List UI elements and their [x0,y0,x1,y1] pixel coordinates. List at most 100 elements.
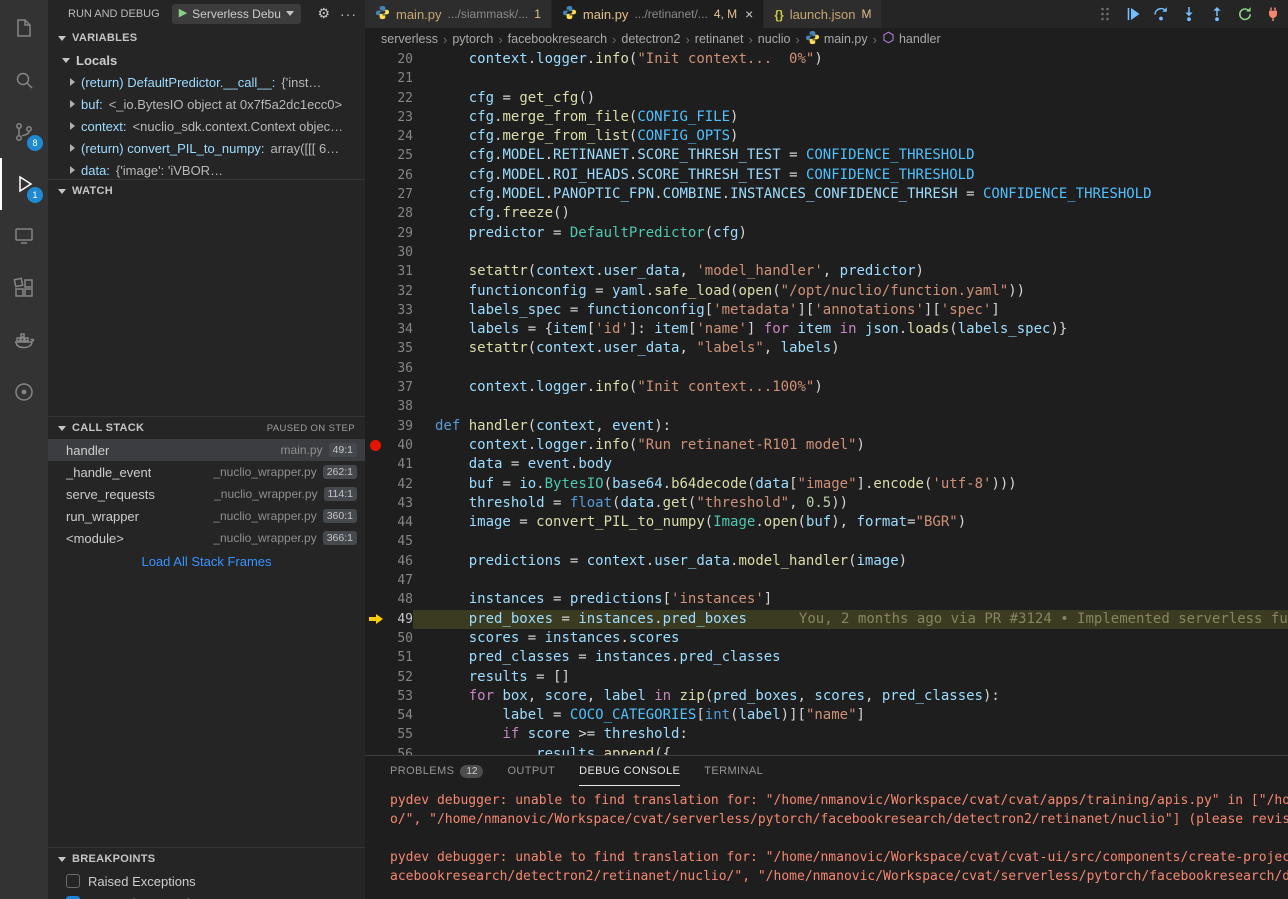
glyph-margin[interactable] [365,610,387,629]
code-line[interactable]: 42 buf = io.BytesIO(base64.b64decode(dat… [365,475,1288,494]
activity-item-extensions[interactable] [0,262,48,314]
glyph-margin[interactable] [365,320,387,339]
line-number[interactable]: 45 [387,532,413,551]
glyph-margin[interactable] [365,745,387,755]
glyph-margin[interactable] [365,378,387,397]
breadcrumb-item-serverless[interactable]: serverless [381,32,438,46]
code-line[interactable]: 22 cfg = get_cfg() [365,89,1288,108]
code-area[interactable]: 20 context.logger.info("Init context... … [365,50,1288,755]
code-line[interactable]: 36 [365,359,1288,378]
panel-tab-problems[interactable]: PROBLEMS12 [390,756,483,786]
glyph-margin[interactable] [365,397,387,416]
code-line[interactable]: 56 results.append({ [365,745,1288,755]
breadcrumb-item-facebookresearch[interactable]: facebookresearch [508,32,607,46]
variable-row[interactable]: buf:<_io.BytesIO object at 0x7f5a2dc1ecc… [48,93,365,115]
disconnect-button[interactable] [1264,5,1282,23]
line-number[interactable]: 22 [387,89,413,108]
continue-button[interactable] [1124,5,1142,23]
line-number[interactable]: 40 [387,436,413,455]
line-number[interactable]: 26 [387,166,413,185]
line-number[interactable]: 30 [387,243,413,262]
glyph-margin[interactable] [365,532,387,551]
activity-item-explorer[interactable] [0,2,48,54]
line-number[interactable]: 20 [387,50,413,69]
line-number[interactable]: 46 [387,552,413,571]
activity-item-remote-explorer[interactable] [0,210,48,262]
variable-row[interactable]: (return) DefaultPredictor.__call__:{'ins… [48,71,365,93]
more-actions-icon[interactable]: ··· [340,6,357,22]
glyph-margin[interactable] [365,127,387,146]
code-line[interactable]: 41 data = event.body [365,455,1288,474]
line-number[interactable]: 48 [387,590,413,609]
glyph-margin[interactable] [365,436,387,455]
code-line[interactable]: 49 pred_boxes = instances.pred_boxesYou,… [365,610,1288,629]
variable-row[interactable]: (return) convert_PIL_to_numpy:array([[[ … [48,137,365,159]
code-line[interactable]: 55 if score >= threshold: [365,725,1288,744]
line-number[interactable]: 35 [387,339,413,358]
code-line[interactable]: 29 predictor = DefaultPredictor(cfg) [365,224,1288,243]
load-all-stack-frames-link[interactable]: Load All Stack Frames [48,549,365,573]
glyph-margin[interactable] [365,513,387,532]
glyph-margin[interactable] [365,146,387,165]
glyph-margin[interactable] [365,590,387,609]
activity-item-search[interactable] [0,54,48,106]
tab-main.py[interactable]: main.py.../siammask/...1 [365,0,552,28]
panel-tab-terminal[interactable]: TERMINAL [704,756,763,786]
line-number[interactable]: 42 [387,475,413,494]
line-number[interactable]: 51 [387,648,413,667]
variable-row[interactable]: context:<nuclio_sdk.context.Context obje… [48,115,365,137]
line-number[interactable]: 36 [387,359,413,378]
breakpoint-row[interactable]: Raised Exceptions [48,870,365,892]
glyph-margin[interactable] [365,243,387,262]
line-number[interactable]: 25 [387,146,413,165]
line-number[interactable]: 39 [387,417,413,436]
glyph-margin[interactable] [365,552,387,571]
activity-item-run-and-debug[interactable]: 1 [0,158,48,210]
line-number[interactable]: 52 [387,668,413,687]
step-over-button[interactable] [1152,5,1170,23]
code-line[interactable]: 54 label = COCO_CATEGORIES[int(label)]["… [365,706,1288,725]
code-line[interactable]: 38 [365,397,1288,416]
breadcrumb-item-detectron2[interactable]: detectron2 [621,32,680,46]
line-number[interactable]: 33 [387,301,413,320]
line-number[interactable]: 38 [387,397,413,416]
glyph-margin[interactable] [365,648,387,667]
activity-item-source-control[interactable]: 8 [0,106,48,158]
glyph-margin[interactable] [365,166,387,185]
line-number[interactable]: 47 [387,571,413,590]
line-number[interactable]: 54 [387,706,413,725]
code-line[interactable]: 53 for box, score, label in zip(pred_box… [365,687,1288,706]
code-line[interactable]: 44 image = convert_PIL_to_numpy(Image.op… [365,513,1288,532]
code-line[interactable]: 37 context.logger.info("Init context...1… [365,378,1288,397]
code-line[interactable]: 33 labels_spec = functionconfig['metadat… [365,301,1288,320]
line-number[interactable]: 37 [387,378,413,397]
call-stack-section-header[interactable]: CALL STACK PAUSED ON STEP [48,417,365,439]
stack-frame-row[interactable]: <module>_nuclio_wrapper.py366:1 [48,527,365,549]
code-line[interactable]: 32 functionconfig = yaml.safe_load(open(… [365,282,1288,301]
code-line[interactable]: 46 predictions = context.user_data.model… [365,552,1288,571]
glyph-margin[interactable] [365,224,387,243]
line-number[interactable]: 31 [387,262,413,281]
restart-button[interactable] [1236,5,1254,23]
variables-section-header[interactable]: VARIABLES [48,27,365,49]
stack-frame-row[interactable]: handlermain.py49:1 [48,439,365,461]
activity-item-docker[interactable] [0,314,48,366]
code-line[interactable]: 27 cfg.MODEL.PANOPTIC_FPN.COMBINE.INSTAN… [365,185,1288,204]
code-line[interactable]: 45 [365,532,1288,551]
glyph-margin[interactable] [365,571,387,590]
watch-section-header[interactable]: WATCH [48,180,365,202]
glyph-margin[interactable] [365,108,387,127]
variable-row[interactable]: data:{'image': 'iVBOR… [48,159,365,179]
glyph-margin[interactable] [365,69,387,88]
breadcrumb-item-retinanet[interactable]: retinanet [695,32,744,46]
breakpoints-section-header[interactable]: BREAKPOINTS [48,848,365,870]
line-number[interactable]: 29 [387,224,413,243]
breadcrumb-item-nuclio[interactable]: nuclio [758,32,791,46]
glyph-margin[interactable] [365,455,387,474]
line-number[interactable]: 43 [387,494,413,513]
glyph-margin[interactable] [365,262,387,281]
line-number[interactable]: 49 [387,610,413,629]
glyph-margin[interactable] [365,50,387,69]
scope-locals[interactable]: Locals [48,49,365,71]
panel-tab-debug-console[interactable]: DEBUG CONSOLE [579,756,680,786]
